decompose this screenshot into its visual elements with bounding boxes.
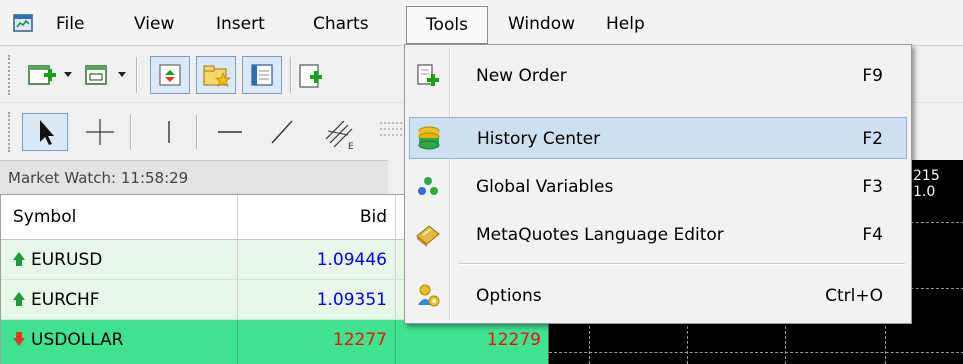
menu-item-shortcut: F3 [862,177,883,197]
tools-dropdown-menu: New Order F9 History Center F2 Global Va… [404,44,912,324]
vertical-line-icon[interactable] [154,113,184,151]
fibonacci-icon[interactable] [374,113,404,151]
menu-item-shortcut: Ctrl+O [825,286,883,306]
menu-window[interactable]: Window [500,7,583,41]
menu-help[interactable]: Help [598,7,653,41]
metaeditor-icon [415,222,441,248]
symbol-cell: USDOLLAR [31,330,124,350]
profiles-icon[interactable] [82,56,112,94]
menu-item-label: MetaQuotes Language Editor [476,225,724,245]
history-center-icon [416,125,442,151]
menu-tools[interactable]: Tools [406,6,488,44]
menu-item-shortcut: F4 [862,225,883,245]
ask-cell: 12279 [395,320,549,364]
menu-item-new-order[interactable]: New Order F9 [409,55,907,97]
bid-cell: 12277 [237,320,395,364]
menu-item-global-variables[interactable]: Global Variables F3 [409,166,907,208]
symbol-cell: EURCHF [31,290,100,310]
menu-view[interactable]: View [126,7,182,41]
menu-item-metaquotes-editor[interactable]: MetaQuotes Language Editor F4 [409,214,907,256]
menu-file[interactable]: File [48,7,92,41]
trendline-icon[interactable] [262,113,302,151]
terminal-icon[interactable] [242,56,282,94]
new-chart-icon[interactable] [26,56,58,94]
menu-item-label: New Order [476,66,567,86]
cursor-icon[interactable] [22,113,68,151]
symbol-cell: EURUSD [31,250,103,270]
toolbar-grip[interactable] [8,55,14,95]
chart-price-label: 215 1.0 [913,168,940,200]
column-header-symbol[interactable]: Symbol [1,195,237,239]
crosshair-icon[interactable] [80,113,120,151]
menu-item-shortcut: F2 [862,129,883,149]
menu-bar: File View Insert Charts Tools Window Hel… [0,0,963,46]
new-order-toolbar-icon[interactable] [294,56,334,94]
toolbar-separator [290,57,291,93]
chevron-down-icon[interactable] [64,72,72,77]
market-watch-toggle-icon[interactable] [150,56,190,94]
app-icon[interactable] [12,12,34,34]
table-row-selected[interactable]: USDOLLAR 12277 12279 [1,320,549,364]
menu-insert[interactable]: Insert [208,7,273,41]
global-variables-icon [415,174,441,200]
menu-item-options[interactable]: Options Ctrl+O [409,275,907,317]
toolbar-separator [136,57,137,93]
bid-cell: 1.09351 [237,280,395,319]
menu-charts[interactable]: Charts [305,7,377,41]
toolbar-grip[interactable] [8,112,14,152]
navigator-icon[interactable] [196,56,236,94]
market-watch-title: Market Watch: 11:58:29 [0,160,388,194]
horizontal-line-icon[interactable] [210,113,250,151]
menu-item-label: History Center [477,129,601,149]
menu-item-label: Global Variables [476,177,614,197]
menu-item-label: Options [476,286,542,306]
grid-line [549,352,963,353]
options-icon [415,283,441,309]
menu-item-shortcut: F9 [862,66,883,86]
menu-item-history-center[interactable]: History Center F2 [409,117,907,159]
chevron-down-icon[interactable] [118,72,126,77]
toolbar-separator [130,114,131,150]
bid-cell: 1.09446 [237,240,395,279]
new-order-icon [415,63,441,89]
menu-separator [459,263,905,264]
equidistant-channel-icon[interactable]: E [318,113,362,152]
toolbar-separator [196,114,197,150]
column-header-bid[interactable]: Bid [237,195,395,239]
svg-text:E: E [348,142,354,151]
